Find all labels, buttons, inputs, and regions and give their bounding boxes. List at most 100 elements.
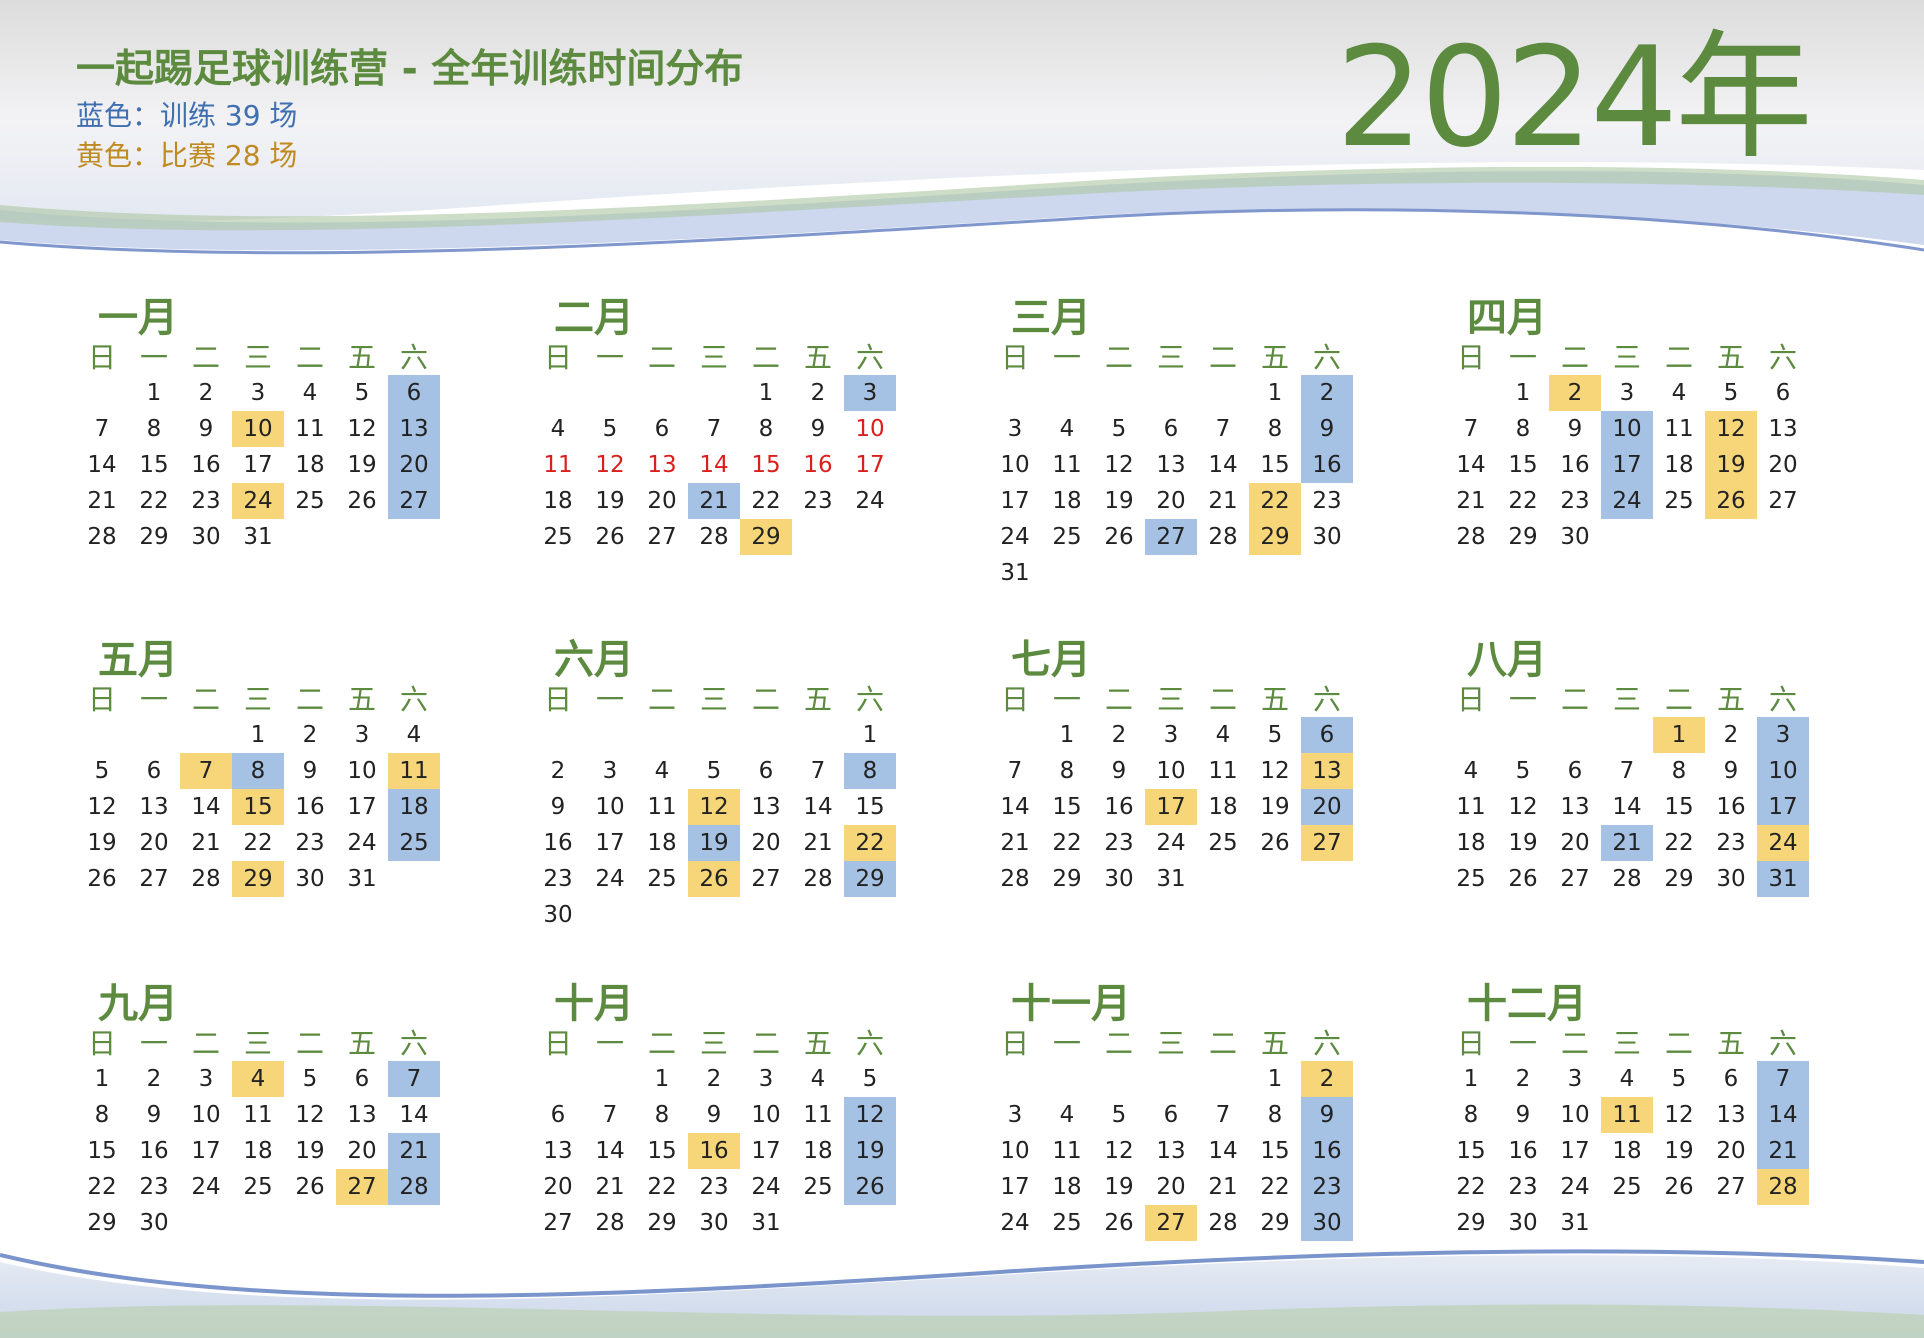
- day-cell: 20: [1156, 1174, 1186, 1200]
- weekday-label: 日: [1000, 1027, 1029, 1060]
- day-cell: 7: [810, 758, 826, 784]
- day-cell: 9: [706, 1102, 722, 1128]
- weekday-label: 二: [1560, 683, 1589, 716]
- day-cell: 15: [87, 1138, 117, 1164]
- weekday-label: 五: [1716, 683, 1745, 716]
- match-day-cell: 12: [1705, 411, 1757, 447]
- weekday-label: 五: [803, 683, 832, 716]
- weekday-label: 六: [1768, 1027, 1797, 1060]
- weekday-label: 二: [647, 683, 676, 716]
- day-grid: 1 2 3 4 5 6 7 8 9 10 11 12 13 14 15 16 17 18 19 20 21 22 23 24 2…: [532, 375, 896, 591]
- day-cell: 31: [347, 866, 377, 892]
- day-cell: 27: [1768, 488, 1798, 514]
- weekday-label: 一: [595, 1027, 624, 1060]
- weekday-label: 二: [1560, 341, 1589, 374]
- day-cell: 17: [191, 1138, 221, 1164]
- day-cell: 1: [94, 1066, 110, 1092]
- day-cell: 22: [139, 488, 169, 514]
- weekday-label: 日: [543, 1027, 572, 1060]
- day-cell: 7: [602, 1102, 618, 1128]
- day-cell: 17: [1000, 488, 1030, 514]
- day-cell: 27: [139, 866, 169, 892]
- match-day-cell: 26: [1705, 483, 1757, 519]
- weekday-label: 二: [295, 1027, 324, 1060]
- day-cell: 9: [198, 416, 214, 442]
- weekday-label: 一: [1508, 341, 1537, 374]
- match-day-cell: 4: [232, 1061, 284, 1097]
- day-cell: 25: [1052, 1210, 1082, 1236]
- day-cell: 30: [139, 1210, 169, 1236]
- month-name: 十二月: [1467, 981, 1587, 1027]
- day-cell: 28: [1456, 524, 1486, 550]
- day-cell: 11: [647, 794, 677, 820]
- holiday-day-cell: 10: [855, 416, 885, 442]
- month-name: 五月: [98, 637, 178, 683]
- day-cell: 24: [855, 488, 885, 514]
- month-11: 十一月日一二三二五六 1 2 3 4 5 6 7 8 9 10 11 12 13 14 15 16 17 18 19 2…: [989, 980, 1369, 1300]
- training-day-cell: 7: [1757, 1061, 1809, 1097]
- weekday-label: 二: [751, 1027, 780, 1060]
- match-day-cell: 7: [180, 753, 232, 789]
- day-grid: 1 2 3 4 5 6 7 8 9 10 11 12 13 14 15 16 17 18 19 20 21 22 23 24 2…: [76, 717, 440, 933]
- training-day-cell: 24: [1601, 483, 1653, 519]
- day-cell: 22: [1260, 1174, 1290, 1200]
- weekday-label: 一: [595, 683, 624, 716]
- day-cell: 25: [295, 488, 325, 514]
- training-day-cell: 10: [1757, 753, 1809, 789]
- day-cell: 12: [87, 794, 117, 820]
- weekday-label: 六: [855, 341, 884, 374]
- day-cell: 30: [1560, 524, 1590, 550]
- day-cell: 23: [191, 488, 221, 514]
- day-cell: 29: [1508, 524, 1538, 550]
- weekday-label: 二: [191, 1027, 220, 1060]
- weekday-label: 二: [295, 683, 324, 716]
- weekday-label: 二: [1104, 341, 1133, 374]
- day-cell: 24: [1560, 1174, 1590, 1200]
- weekday-label: 一: [139, 683, 168, 716]
- day-cell: 3: [1567, 1066, 1583, 1092]
- day-cell: 6: [1163, 1102, 1179, 1128]
- day-cell: 2: [146, 1066, 162, 1092]
- weekday-label: 三: [1156, 683, 1185, 716]
- day-cell: 8: [654, 1102, 670, 1128]
- month-name: 十一月: [1011, 981, 1131, 1027]
- weekday-label: 一: [1508, 683, 1537, 716]
- weekday-label: 五: [803, 341, 832, 374]
- training-day-cell: 28: [388, 1169, 440, 1205]
- day-cell: 28: [1208, 1210, 1238, 1236]
- day-cell: 21: [1208, 488, 1238, 514]
- day-cell: 24: [1000, 1210, 1030, 1236]
- day-grid: 1 2 3 4 5 6 7 8 9 10 11 12 13 14 15 16 17 18 19 20 21 22 23 24 2…: [76, 375, 440, 591]
- weekday-label: 二: [1104, 683, 1133, 716]
- day-cell: 13: [751, 794, 781, 820]
- day-cell: 15: [1260, 1138, 1290, 1164]
- day-grid: 1 2 3 4 5 6 7 8 9 10 11 12 13 14 15 16 17 18 19 20 21 22 23 24 2…: [989, 375, 1353, 591]
- day-cell: 13: [1156, 452, 1186, 478]
- training-day-cell: 16: [1301, 447, 1353, 483]
- day-cell: 26: [1664, 1174, 1694, 1200]
- day-cell: 2: [302, 722, 318, 748]
- weekday-label: 二: [295, 341, 324, 374]
- day-cell: 1: [1059, 722, 1075, 748]
- day-cell: 10: [1000, 1138, 1030, 1164]
- weekday-header: 日一二三二五六: [989, 1024, 1353, 1064]
- day-cell: 24: [191, 1174, 221, 1200]
- calendar-grid: 一月日一二三二五六 1 2 3 4 5 6 7 8 9 10 11 12 13 14 15 16 17 18 19 20…: [0, 0, 1924, 1338]
- day-cell: 5: [1671, 1066, 1687, 1092]
- day-cell: 20: [1156, 488, 1186, 514]
- day-cell: 9: [302, 758, 318, 784]
- day-cell: 23: [1508, 1174, 1538, 1200]
- day-grid: 1 2 3 4 5 6 7 8 9 10 11 12 13 14 15 16 17 18 19 20 21 22 23 24 2…: [1445, 717, 1809, 933]
- day-cell: 9: [1567, 416, 1583, 442]
- day-cell: 24: [751, 1174, 781, 1200]
- training-day-cell: 25: [388, 825, 440, 861]
- day-cell: 16: [295, 794, 325, 820]
- match-day-cell: 27: [1301, 825, 1353, 861]
- match-day-cell: 1: [1653, 717, 1705, 753]
- day-cell: 5: [94, 758, 110, 784]
- match-day-cell: 11: [1601, 1097, 1653, 1133]
- weekday-label: 日: [1000, 683, 1029, 716]
- day-cell: 16: [1560, 452, 1590, 478]
- day-cell: 18: [295, 452, 325, 478]
- day-cell: 18: [543, 488, 573, 514]
